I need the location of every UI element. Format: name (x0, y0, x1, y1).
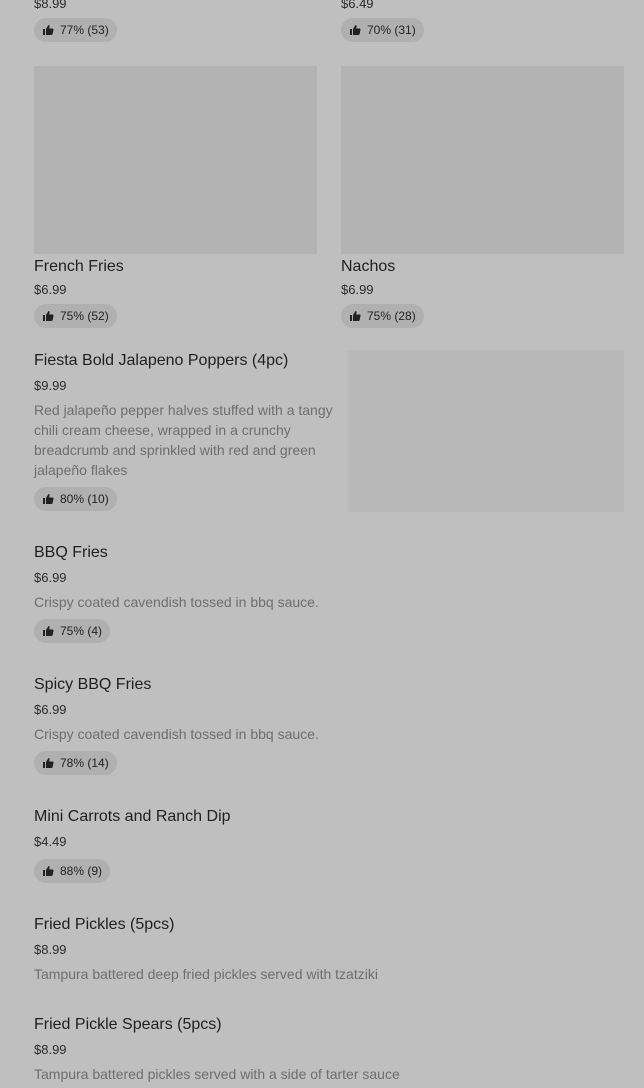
item-name: Nachos (341, 258, 396, 275)
item-name: Fiesta Bold Jalapeno Poppers (4pc) (34, 352, 289, 369)
item-name: French Fries (34, 258, 124, 275)
item-name: Fried Pickle Spears (5pcs) (34, 1016, 222, 1033)
item-price: $8.99 (34, 1042, 67, 1057)
menu-page: $8.99 77% (53) $6.49 70% (31) French Fri… (0, 0, 644, 1088)
thumbs-up-icon (42, 24, 54, 36)
thumbs-up-icon (42, 865, 54, 877)
item-price: $8.99 (34, 0, 67, 11)
rating-badge: 77% (53) (34, 18, 117, 42)
item-price: $6.99 (34, 282, 67, 297)
rating-text: 80% (10) (60, 492, 109, 506)
item-price: $6.99 (34, 702, 67, 717)
rating-badge: 80% (10) (34, 487, 117, 511)
rating-text: 88% (9) (60, 864, 103, 878)
thumbs-up-icon (42, 493, 54, 505)
rating-text: 75% (28) (367, 309, 416, 323)
item-description: Tampura battered deep fried pickles serv… (34, 966, 378, 982)
rating-text: 70% (31) (367, 23, 416, 37)
item-price: $6.99 (341, 282, 374, 297)
item-image (34, 66, 317, 254)
item-price: $8.99 (34, 942, 67, 957)
rating-badge: 75% (52) (34, 304, 117, 328)
rating-badge: 88% (9) (34, 859, 111, 883)
item-image (341, 66, 624, 254)
rating-text: 75% (4) (60, 624, 103, 638)
rating-badge: 78% (14) (34, 751, 117, 775)
item-name: Mini Carrots and Ranch Dip (34, 808, 231, 825)
item-description: Red jalapeño pepper halves stuffed with … (34, 402, 333, 478)
item-name: BBQ Fries (34, 544, 108, 561)
item-image (348, 350, 624, 512)
thumbs-up-icon (42, 757, 54, 769)
item-description: Crispy coated cavendish tossed in bbq sa… (34, 594, 319, 610)
item-price: $4.49 (34, 834, 67, 849)
item-price: $9.99 (34, 378, 67, 393)
rating-badge: 75% (4) (34, 619, 111, 643)
rating-badge: 70% (31) (341, 18, 424, 42)
rating-text: 78% (14) (60, 756, 109, 770)
thumbs-up-icon (42, 310, 54, 322)
thumbs-up-icon (349, 24, 361, 36)
item-name: Spicy BBQ Fries (34, 676, 152, 693)
item-price: $6.49 (341, 0, 374, 11)
rating-badge: 75% (28) (341, 304, 424, 328)
thumbs-up-icon (349, 310, 361, 322)
item-description: Crispy coated cavendish tossed in bbq sa… (34, 726, 319, 742)
item-description: Tampura battered pickles served with a s… (34, 1066, 400, 1082)
rating-text: 75% (52) (60, 309, 109, 323)
thumbs-up-icon (42, 625, 54, 637)
item-price: $6.99 (34, 570, 67, 585)
rating-text: 77% (53) (60, 23, 109, 37)
item-name: Fried Pickles (5pcs) (34, 916, 175, 933)
